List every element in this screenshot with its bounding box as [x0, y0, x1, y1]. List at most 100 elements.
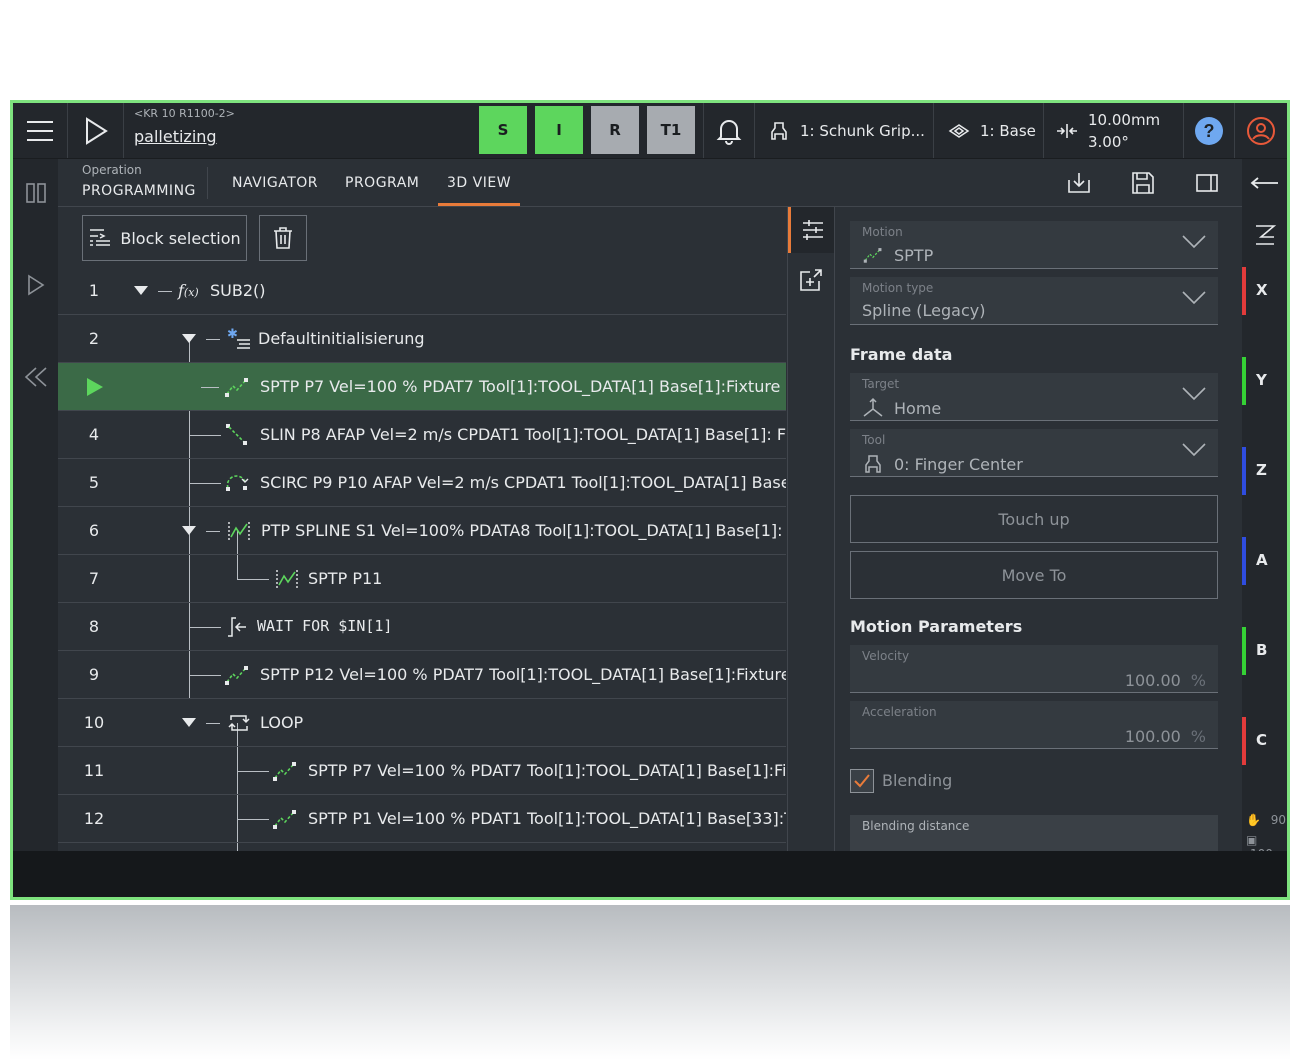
function-icon: f(x)	[178, 281, 199, 300]
jog-mode-button[interactable]	[1242, 215, 1287, 255]
svg-text:?: ?	[1204, 121, 1215, 141]
velocity-field[interactable]: Velocity 100.00%	[850, 645, 1218, 693]
axis-z-jog[interactable]: Z	[1242, 447, 1287, 495]
mode-r-indicator[interactable]: R	[591, 106, 639, 154]
collapse-caret-icon[interactable]	[134, 286, 148, 296]
axis-x-jog[interactable]: X	[1242, 267, 1287, 315]
hand-override[interactable]: ✋ 90	[1246, 813, 1286, 827]
tool-select[interactable]: Tool 0: Finger Center	[850, 429, 1218, 477]
program-line[interactable]: 12 SPTP P1 Vel=100 % PDAT1 Tool[1]:TOOL_…	[58, 795, 786, 843]
axis-a-jog[interactable]: A	[1242, 537, 1287, 585]
motion-select[interactable]: Motion SPTP	[850, 221, 1218, 269]
pause-button[interactable]	[13, 173, 58, 213]
motion-type-select[interactable]: Motion type Spline (Legacy)	[850, 277, 1218, 325]
acceleration-field[interactable]: Acceleration 100.00%	[850, 701, 1218, 749]
project-info[interactable]: <KR 10 R1100-2> palletizing	[134, 107, 235, 146]
mode-s-indicator[interactable]: S	[479, 106, 527, 154]
tab-navigator[interactable]: NAVIGATOR	[232, 159, 318, 206]
increment-values: 10.00mm 3.00°	[1088, 109, 1160, 153]
play-outline-icon	[27, 274, 44, 296]
axis-y-label: Y	[1256, 371, 1267, 389]
play-icon	[85, 116, 108, 145]
tab-add[interactable]	[788, 257, 834, 303]
line-text: PTP SPLINE S1 Vel=100% PDATA8 Tool[1]:TO…	[261, 521, 786, 540]
reflection-gradient	[10, 905, 1290, 1060]
motion-label: Motion	[862, 225, 903, 239]
program-line[interactable]: 5 SCIRC P9 P10 AFAP Vel=2 m/s CPDAT1 Too…	[58, 459, 786, 507]
checkmark-icon	[854, 774, 870, 788]
spline-icon	[276, 570, 298, 588]
download-button[interactable]	[1062, 167, 1096, 199]
device-reflection	[10, 905, 1290, 1060]
motion-type-value: Spline (Legacy)	[862, 301, 986, 320]
collapse-caret-icon[interactable]	[182, 526, 196, 536]
user-button[interactable]	[1234, 103, 1287, 158]
save-button[interactable]	[1126, 167, 1160, 199]
program-line[interactable]: 2 ✱ Defaultinitialisierung	[58, 315, 786, 363]
program-line[interactable]: 6 PTP SPLINE S1 Vel=100% PDATA8 Tool[1]:…	[58, 507, 786, 555]
axis-z-label: Z	[1256, 461, 1267, 479]
operation-mode[interactable]: Operation PROGRAMMING	[82, 163, 196, 199]
tab-bar: Operation PROGRAMMING NAVIGATOR PROGRAM …	[58, 159, 1242, 207]
line-number: 4	[88, 425, 100, 444]
project-name[interactable]: palletizing	[134, 127, 235, 146]
run-program-button[interactable]	[68, 103, 124, 158]
program-pointer-icon	[87, 378, 103, 396]
tree-connector	[201, 387, 219, 388]
mode-i-indicator[interactable]: I	[535, 106, 583, 154]
screen: <KR 10 R1100-2> palletizing S I R T1 1: …	[13, 103, 1287, 861]
velocity-value-wrap: 100.00%	[1125, 671, 1206, 690]
axis-b-jog[interactable]: B	[1242, 627, 1287, 675]
menu-button[interactable]	[13, 103, 68, 158]
touch-up-button[interactable]: Touch up	[850, 495, 1218, 543]
program-line[interactable]: 4 SLIN P8 AFAP Vel=2 m/s CPDAT1 Tool[1]:…	[58, 411, 786, 459]
target-select[interactable]: Target Home	[850, 373, 1218, 421]
velocity-value: 100.00	[1124, 671, 1181, 690]
tab-program[interactable]: PROGRAM	[345, 159, 419, 206]
line-text: SCIRC P9 P10 AFAP Vel=2 m/s CPDAT1 Tool[…	[260, 473, 786, 492]
step-backward-button[interactable]	[13, 357, 58, 397]
collapse-caret-icon[interactable]	[182, 334, 196, 344]
line-number: 5	[88, 473, 100, 492]
sptp-icon	[225, 378, 248, 397]
line-number: 6	[88, 521, 100, 540]
rewind-icon	[24, 367, 47, 387]
axis-c-jog[interactable]: C	[1242, 717, 1287, 765]
program-line[interactable]: 9 SPTP P12 Vel=100 % PDAT7 Tool[1]:TOOL_…	[58, 651, 786, 699]
line-number: 2	[88, 329, 100, 348]
blending-checkbox[interactable]	[850, 769, 874, 793]
move-to-button[interactable]: Move To	[850, 551, 1218, 599]
block-select-icon	[90, 229, 111, 246]
collapse-caret-icon[interactable]	[182, 718, 196, 728]
help-button[interactable]: ?	[1184, 103, 1235, 158]
tab-3d-view[interactable]: 3D VIEW	[438, 159, 521, 206]
target-value: Home	[894, 398, 942, 418]
block-selection-button[interactable]: Block selection	[82, 215, 247, 261]
tree-connector	[206, 531, 220, 532]
right-rail: X Y Z A B C ✋ 90 ▣ 100	[1242, 159, 1287, 861]
jog-increment-selector[interactable]: 10.00mm 3.00°	[1044, 103, 1184, 158]
tab-properties[interactable]	[788, 207, 834, 253]
sptp-icon	[863, 248, 882, 263]
collapse-back-button[interactable]	[1242, 163, 1287, 203]
base-selector[interactable]: 1: Base	[934, 103, 1044, 158]
axis-y-color	[1242, 357, 1246, 405]
program-line[interactable]: 1 f(x) SUB2()	[58, 267, 786, 315]
tool-selector[interactable]: 1: Schunk Grip...	[754, 103, 934, 158]
axis-z-color	[1242, 447, 1246, 495]
delete-button[interactable]	[259, 215, 307, 261]
program-line[interactable]: 11 SPTP P7 Vel=100 % PDAT7 Tool[1]:TOOL_…	[58, 747, 786, 795]
tree-connector	[189, 435, 221, 436]
step-forward-button[interactable]	[13, 265, 58, 305]
blending-distance-field[interactable]: Blending distance	[850, 815, 1218, 851]
axis-y-jog[interactable]: Y	[1242, 357, 1287, 405]
base-icon	[948, 123, 970, 138]
mode-t1-indicator[interactable]: T1	[647, 106, 695, 154]
program-line-active[interactable]: SPTP P7 Vel=100 % PDAT7 Tool[1]:TOOL_DAT…	[58, 363, 786, 411]
axis-a-label: A	[1256, 551, 1268, 569]
toggle-panel-button[interactable]	[1190, 167, 1224, 199]
notifications-button[interactable]	[703, 103, 755, 158]
program-line[interactable]: 8 WAIT FOR $IN[1]	[58, 603, 786, 651]
program-line[interactable]: 7 SPTP P11	[58, 555, 786, 603]
program-line[interactable]: 10 LOOP	[58, 699, 786, 747]
